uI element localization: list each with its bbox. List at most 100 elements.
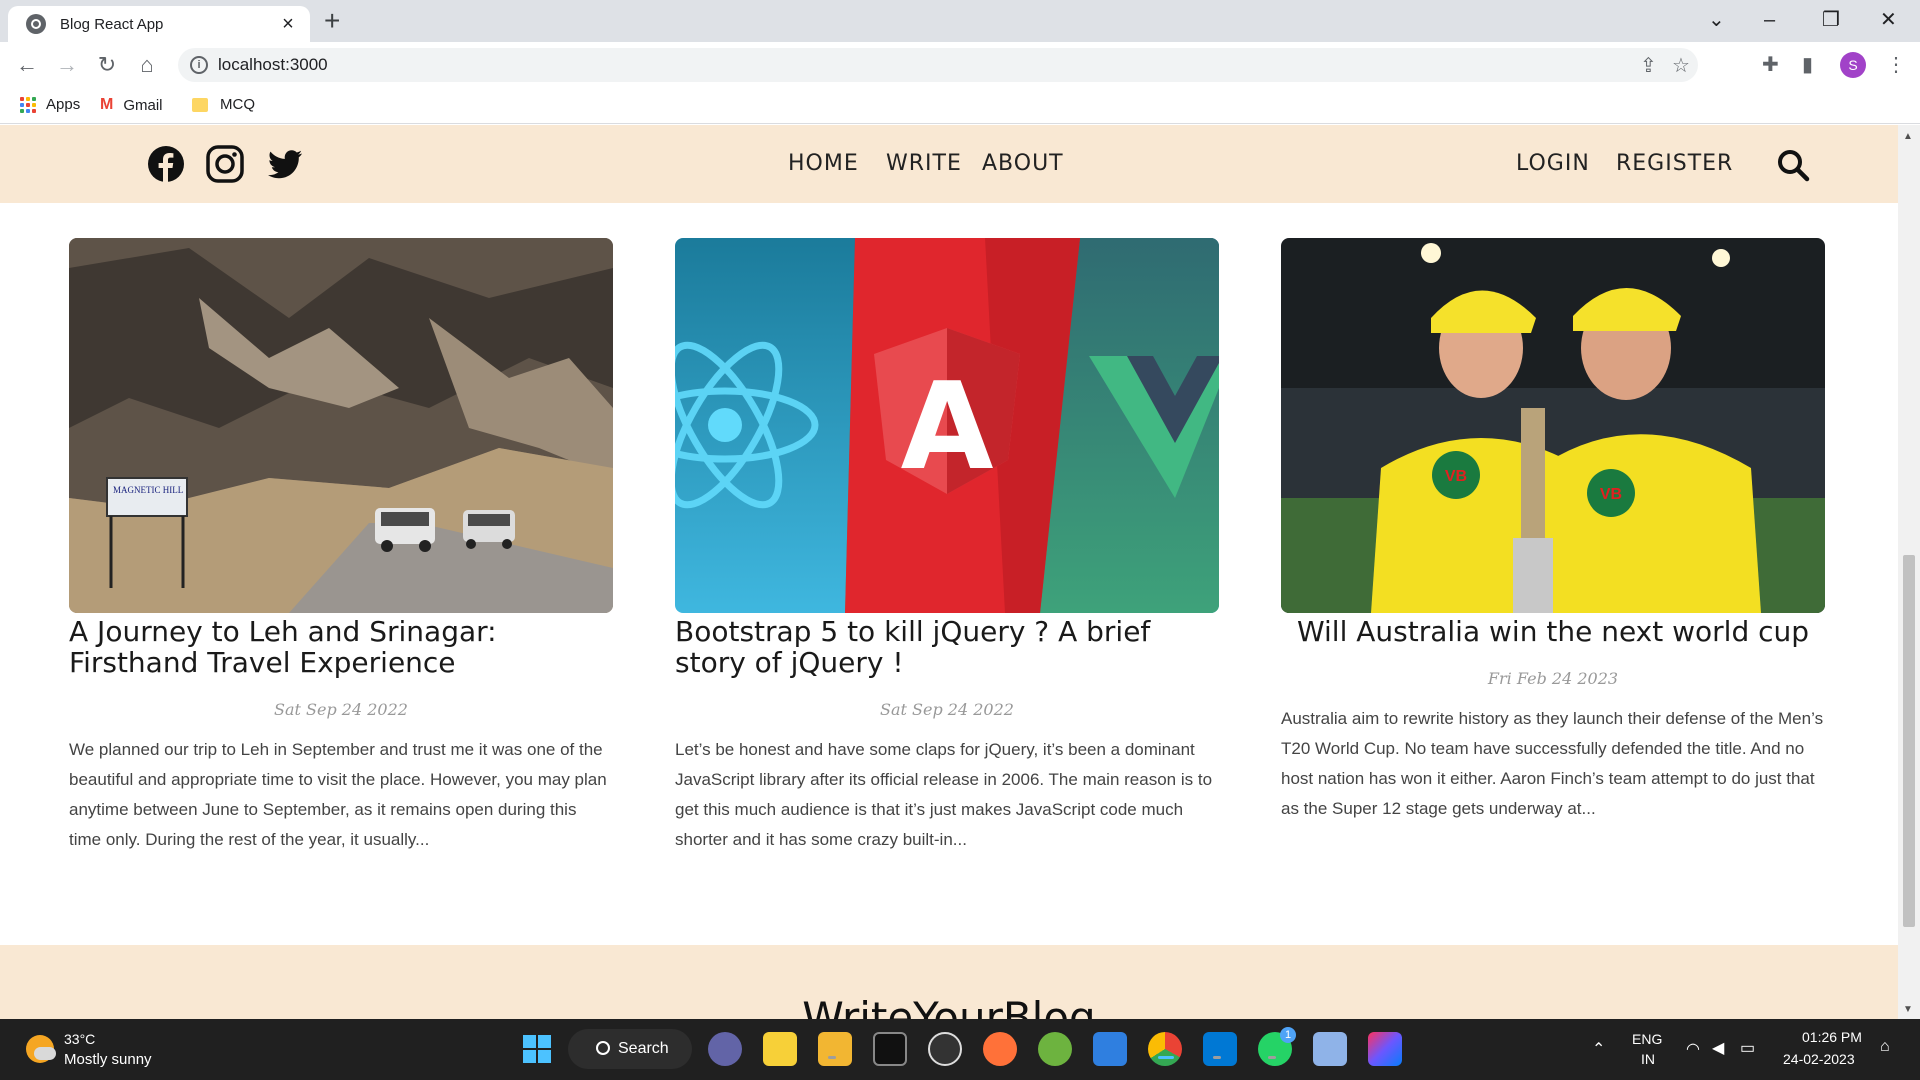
bookmark-label: Apps [46,96,81,113]
browser-titlebar: Blog React App × + ⌄ – ❐ ✕ [0,0,1920,42]
whatsapp-running-indicator [1268,1056,1276,1059]
magnetic-hill-sign-text: MAGNETIC HILL [113,485,183,495]
battery-icon[interactable]: ▭ [1740,1038,1755,1058]
clock-time[interactable]: 01:26 PM [1802,1029,1862,1045]
back-icon[interactable]: ← [12,50,42,80]
apps-grid-icon [20,96,36,113]
footer-title: WriteYourBlog [802,993,1096,1019]
post-card[interactable]: MAGNETIC HILL A Journey to Leh and Srina… [69,238,613,855]
angular-logo-letter: A [901,358,994,497]
teams-chat-icon[interactable] [708,1032,742,1066]
post-image-mountain-road[interactable]: MAGNETIC HILL [69,238,613,613]
calendar-icon[interactable] [1093,1032,1127,1066]
jersey-badge-text: VB [1445,468,1467,485]
bookmark-star-icon[interactable]: ☆ [1672,53,1690,78]
language-indicator-bottom[interactable]: IN [1641,1051,1655,1067]
profile-avatar[interactable]: S [1840,52,1866,78]
scroll-down-arrow-icon[interactable]: ▼ [1903,1004,1913,1015]
bookmark-gmail[interactable]: M Gmail [100,96,163,114]
post-date: Fri Feb 24 2023 [1487,669,1619,688]
media-player-icon[interactable] [928,1032,962,1066]
minimize-button[interactable]: – [1764,6,1775,34]
new-tab-button[interactable]: + [324,7,340,35]
post-title[interactable]: Bootstrap 5 to kill jQuery ? A brief sto… [675,616,1219,678]
weather-temperature[interactable]: 33°C [64,1031,95,1047]
reload-icon[interactable]: ↻ [92,50,122,80]
tab-search-chevron-icon[interactable]: ⌄ [1708,6,1725,34]
bookmark-mcq[interactable]: MCQ [192,96,255,113]
scrollbar-thumb[interactable] [1903,555,1915,927]
share-icon[interactable]: ⇪ [1640,53,1657,78]
nav-about-link[interactable]: ABOUT [982,151,1064,176]
weather-sunny-icon[interactable] [26,1035,56,1063]
search-icon[interactable] [1776,148,1810,182]
whatsapp-notification-badge: 1 [1280,1027,1296,1043]
post-image-react-angular-vue[interactable]: A [675,238,1219,613]
nav-home-link[interactable]: HOME [788,151,859,176]
language-indicator-top[interactable]: ENG [1632,1031,1662,1047]
post-date: Sat Sep 24 2022 [274,700,408,719]
facebook-icon[interactable] [146,144,186,184]
sticky-notes-icon[interactable] [763,1032,797,1066]
home-icon[interactable]: ⌂ [132,50,162,80]
weather-description[interactable]: Mostly sunny [64,1051,152,1068]
tab-blog-react-app[interactable]: Blog React App × [8,6,310,42]
chrome-menu-icon[interactable]: ⋮ [1886,52,1906,77]
instagram-icon[interactable] [205,144,245,184]
bookmark-label: Gmail [123,96,163,114]
tab-title: Blog React App [60,15,164,33]
footer-section: WriteYourBlog [0,945,1898,1019]
nav-register-link[interactable]: REGISTER [1616,151,1733,176]
intellij-idea-icon[interactable] [1368,1032,1402,1066]
url-text: localhost:3000 [218,55,328,74]
side-panel-icon[interactable]: ▮ [1802,52,1813,77]
windows-start-icon[interactable] [520,1032,554,1066]
bookmarks-bar: Apps M Gmail MCQ [0,88,1920,124]
forward-icon[interactable]: → [52,50,82,80]
browser-toolbar: ← → ↻ ⌂ i localhost:3000 ⇪ ☆ ✚ ▮ S ⋮ [0,42,1920,88]
wifi-icon[interactable]: ◠ [1686,1039,1700,1059]
taskbar-search-label: Search [618,1040,669,1057]
notification-bell-icon[interactable]: ⌂ [1880,1038,1890,1056]
vscode-running-indicator [1213,1056,1221,1059]
site-info-icon[interactable]: i [190,56,208,74]
chrome-active-indicator [1158,1056,1174,1059]
firefox-icon[interactable] [983,1032,1017,1066]
post-title[interactable]: A Journey to Leh and Srinagar: Firsthand… [69,616,613,678]
address-bar[interactable]: i localhost:3000 ⇪ ☆ [178,48,1698,82]
file-explorer-icon[interactable] [818,1032,852,1066]
vscode-icon[interactable] [1203,1032,1237,1066]
site-navbar: HOME WRITE ABOUT LOGIN REGISTER [0,125,1898,203]
3d-box-app-icon[interactable] [1313,1032,1347,1066]
terminal-icon[interactable] [873,1032,907,1066]
twitter-icon[interactable] [265,144,305,184]
show-hidden-icons-chevron[interactable]: ⌃ [1592,1039,1605,1059]
scroll-up-arrow-icon[interactable]: ▲ [1903,131,1913,142]
clock-date[interactable]: 24-02-2023 [1783,1051,1855,1067]
close-tab-icon[interactable]: × [278,14,298,34]
nav-write-link[interactable]: WRITE [886,151,962,176]
post-description: We planned our trip to Leh in September … [69,740,607,849]
post-image-cricket-players[interactable]: VB VB [1281,238,1825,613]
extensions-puzzle-icon[interactable]: ✚ [1762,52,1779,77]
post-date: Sat Sep 24 2022 [880,700,1014,719]
gmail-icon: M [100,96,114,113]
volume-icon[interactable]: ◀ [1712,1038,1724,1058]
spring-tool-suite-icon[interactable] [1038,1032,1072,1066]
windows-taskbar: 33°C Mostly sunny Search 1 ⌃ ENG IN ◠ ◀ … [0,1019,1920,1080]
bookmark-apps[interactable]: Apps [20,96,80,113]
nav-login-link[interactable]: LOGIN [1516,151,1590,176]
close-window-button[interactable]: ✕ [1880,6,1897,34]
page-viewport: HOME WRITE ABOUT LOGIN REGISTER MAGNETIC… [0,125,1898,1019]
post-card[interactable]: A Bootstrap 5 to kill jQuery ? A brief s… [675,238,1219,855]
explorer-running-indicator [828,1056,836,1059]
post-card[interactable]: VB VB Will Australia win the next world … [1281,238,1825,824]
chrome-icon[interactable] [1148,1032,1182,1066]
jersey-badge-text: VB [1600,486,1622,503]
post-description: Let’s be honest and have some claps for … [675,740,1213,849]
restore-button[interactable]: ❐ [1822,6,1840,34]
post-title[interactable]: Will Australia win the next world cup [1281,616,1825,647]
taskbar-search[interactable]: Search [568,1029,692,1069]
bookmark-label: MCQ [220,96,255,113]
globe-icon [26,14,46,34]
